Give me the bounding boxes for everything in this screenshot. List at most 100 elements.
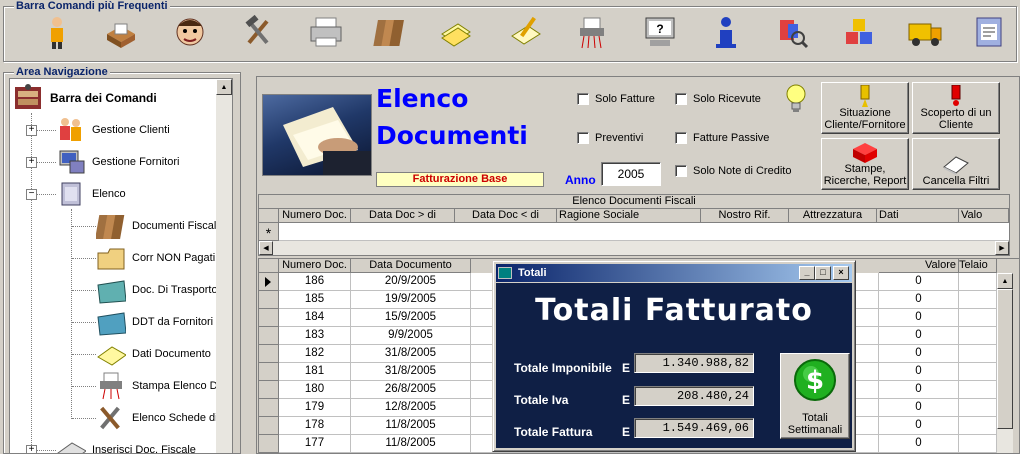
tree-expander-icon[interactable]: + [26, 445, 37, 453]
row-header[interactable] [259, 273, 279, 291]
tree-item-gestione-fornitori[interactable]: Gestione Fornitori [56, 147, 179, 177]
data-scroll-up-icon[interactable]: ▲ [997, 273, 1013, 289]
filter-solo-fatture[interactable]: Solo Fatture [577, 93, 655, 105]
lightbulb-icon[interactable] [783, 82, 809, 116]
cell-data: 11/8/2005 [351, 435, 471, 453]
filter-col-4[interactable]: Nostro Rif. [701, 209, 789, 223]
row-header[interactable] [259, 399, 279, 417]
tree-item-ddt-da-fornitori[interactable]: DDT da Fornitori [96, 307, 213, 337]
tree-item-dati-documento[interactable]: Dati Documento [96, 339, 211, 369]
notes-icon[interactable] [436, 12, 476, 52]
filter-col-0[interactable]: Numero Doc. [279, 209, 351, 223]
col-valore[interactable]: Valore [879, 259, 959, 273]
nav-scrollbar[interactable]: ▲ [216, 79, 232, 453]
card-file-icon[interactable] [101, 12, 141, 52]
tree-item-elenco[interactable]: Elenco [56, 179, 126, 209]
edit-document-icon[interactable] [506, 12, 546, 52]
anno-input[interactable]: 2005 [601, 162, 661, 186]
filter-fatture-passive[interactable]: Fatture Passive [675, 132, 769, 144]
cancella-filtri-button[interactable]: Cancella Filtri [912, 138, 1000, 190]
tree-expander-icon[interactable]: + [26, 157, 37, 168]
tree-item-stampa-elenco-do[interactable]: Stampa Elenco Do [96, 371, 224, 401]
customer-face-icon[interactable] [170, 12, 210, 52]
tree-item-inserisci-doc-fiscale[interactable]: Inserisci Doc. Fiscale [56, 435, 196, 453]
printer-icon[interactable] [306, 12, 346, 52]
filter-col-6[interactable]: Dati [877, 209, 959, 223]
book-folder-icon[interactable] [969, 12, 1009, 52]
folders-icon[interactable] [371, 12, 411, 52]
filter-col-5[interactable]: Attrezzatura [789, 209, 877, 223]
tree-item-label: DDT da Fornitori [132, 316, 214, 328]
col-data-documento[interactable]: Data Documento [351, 259, 471, 273]
transport-doc-icon [97, 280, 126, 304]
help-monitor-icon[interactable]: ? [640, 12, 680, 52]
row-header[interactable] [259, 363, 279, 381]
red-box-icon [853, 143, 877, 163]
row-header[interactable] [259, 291, 279, 309]
close-button[interactable]: × [833, 266, 849, 280]
filter-grid-corner [259, 209, 279, 223]
cell-numero: 178 [279, 417, 351, 435]
nav-tree[interactable]: Barra dei Comandi Gestione Clienti + Gesti… [9, 78, 233, 454]
command-bar-icon [15, 84, 41, 109]
cell-telaio [959, 273, 997, 291]
truck-icon[interactable] [905, 12, 945, 52]
situazione-button[interactable]: Situazione Cliente/Fornitore [821, 82, 909, 134]
tree-expander-icon[interactable]: − [26, 189, 37, 200]
totali-titlebar[interactable]: Totali _ □ × [496, 264, 852, 282]
row-header[interactable] [259, 345, 279, 363]
row-header[interactable] [259, 381, 279, 399]
cell-numero: 180 [279, 381, 351, 399]
person-icon[interactable] [37, 12, 77, 52]
cell-numero: 181 [279, 363, 351, 381]
filter-col-3[interactable]: Ragione Sociale [557, 209, 701, 223]
filter-solo-note-credito[interactable]: Solo Note di Credito [675, 165, 791, 177]
cell-valore: 0 [879, 399, 959, 417]
filter-solo-ricevute[interactable]: Solo Ricevute [675, 93, 761, 105]
filter-col-1[interactable]: Data Doc > di [351, 209, 455, 223]
shredder-icon[interactable] [572, 12, 612, 52]
row-header[interactable] [259, 309, 279, 327]
col-telaio[interactable]: Telaio [959, 259, 997, 273]
scroll-up-icon[interactable]: ▲ [216, 79, 232, 95]
tree-item-documenti-fiscali[interactable]: Documenti Fiscali [96, 211, 219, 241]
tree-item-elenco-schede-di-l[interactable]: Elenco Schede di L [96, 403, 227, 433]
cell-data: 20/9/2005 [351, 273, 471, 291]
filter-new-row[interactable] [279, 223, 1009, 241]
row-header[interactable] [259, 327, 279, 345]
tools-icon[interactable] [238, 12, 278, 52]
scroll-right-icon[interactable]: ▶ [995, 241, 1009, 255]
cell-numero: 182 [279, 345, 351, 363]
col-numero-doc[interactable]: Numero Doc. [279, 259, 351, 273]
maximize-button[interactable]: □ [815, 266, 831, 280]
supplier-ddt-icon [97, 312, 126, 336]
documents-image [262, 94, 372, 176]
tree-root[interactable]: Barra dei Comandi [12, 83, 157, 113]
filter-col-2[interactable]: Data Doc < di [455, 209, 557, 223]
tree-item-gestione-clienti[interactable]: Gestione Clienti [56, 115, 170, 145]
data-grid-corner [259, 259, 279, 273]
totali-dialog[interactable]: Totali _ □ × Totali Fatturato Totale Imp… [492, 260, 856, 452]
cubes-icon[interactable] [840, 12, 880, 52]
data-vscrollbar[interactable]: ▲ [997, 273, 1013, 453]
scoperto-button[interactable]: Scoperto di un Cliente [912, 82, 1000, 134]
filter-grid[interactable]: Elenco Documenti Fiscali Numero Doc. Data… [258, 194, 1010, 256]
tree-root-label: Barra dei Comandi [50, 91, 157, 105]
info-icon[interactable] [706, 12, 746, 52]
stampe-button[interactable]: Stampe, Ricerche, Report [821, 138, 909, 190]
totali-settimanali-button[interactable]: $ Totali Settimanali [780, 353, 850, 439]
filter-hscrollbar[interactable]: ◀ ▶ [259, 241, 1009, 255]
tree-item-corr-non-pagati[interactable]: Corr NON Pagati [96, 243, 215, 273]
filter-col-7[interactable]: Valo [959, 209, 1009, 223]
tree-expander-icon[interactable]: + [26, 125, 37, 136]
scroll-left-icon[interactable]: ◀ [259, 241, 273, 255]
row-header[interactable] [259, 435, 279, 453]
filter-preventivi[interactable]: Preventivi [577, 132, 643, 144]
search-tools-icon[interactable] [772, 12, 812, 52]
tree-item-doc-di-trasporto[interactable]: Doc. Di Trasporto [96, 275, 218, 305]
imponibile-label: Totale Imponibile [514, 361, 612, 375]
row-header[interactable] [259, 417, 279, 435]
minimize-button[interactable]: _ [799, 266, 815, 280]
tree-item-label: Dati Documento [132, 348, 211, 360]
data-scroll-thumb[interactable] [997, 289, 1013, 429]
